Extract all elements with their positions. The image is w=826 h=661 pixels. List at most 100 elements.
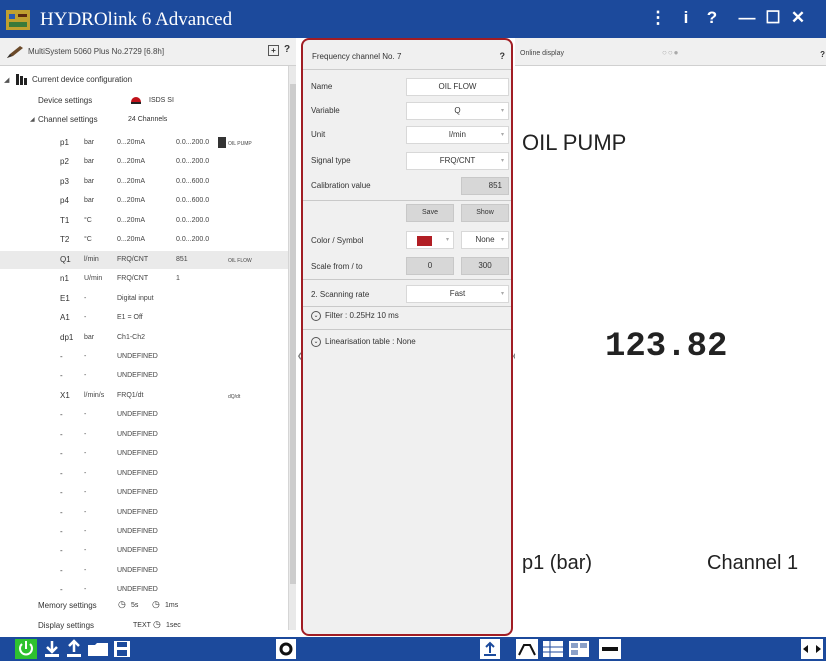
panel-title: Frequency channel No. 7: [312, 52, 402, 61]
channel-id: n1: [60, 274, 69, 284]
channel-id: T1: [60, 215, 70, 225]
symbol-select[interactable]: None ▾: [461, 231, 509, 249]
channel-row[interactable]: - - UNDEFINED: [0, 406, 288, 424]
record-icon[interactable]: [276, 639, 296, 659]
linearisation-expander[interactable]: ⌄ Linearisation table : None: [311, 337, 416, 347]
channel-row[interactable]: - - UNDEFINED: [0, 542, 288, 560]
channel-id: T2: [60, 235, 70, 245]
memory-settings-node[interactable]: Memory settings: [38, 601, 97, 610]
power-icon[interactable]: [15, 639, 37, 659]
scrollbar-thumb[interactable]: [290, 84, 296, 584]
channel-unit: l/min/s: [84, 391, 105, 399]
chevron-down-icon: ⌄: [311, 337, 321, 347]
channel-id: -: [60, 546, 63, 556]
channel-row[interactable]: - - UNDEFINED: [0, 523, 288, 541]
page-indicator[interactable]: ○○●: [662, 48, 680, 57]
help-icon[interactable]: ?: [500, 51, 506, 61]
channel-id: A1: [60, 313, 70, 323]
show-button[interactable]: Show: [461, 204, 509, 222]
symbol-value: None: [475, 235, 495, 244]
channel-signal: UNDEFINED: [117, 508, 158, 516]
save-button[interactable]: Save: [406, 204, 454, 222]
channel-row[interactable]: - - UNDEFINED: [0, 445, 288, 463]
channel-row[interactable]: n1 U/min FRQ/CNT 1: [0, 270, 288, 288]
name-input[interactable]: OIL FLOW: [406, 78, 509, 96]
channel-row[interactable]: p4 bar 0...20mA 0.0...600.0: [0, 192, 288, 210]
channel-signal: UNDEFINED: [117, 450, 158, 458]
channel-unit: -: [84, 508, 87, 516]
signal-type-value: FRQ/CNT: [439, 156, 476, 165]
scanning-rate-select[interactable]: Fast ▾: [406, 285, 509, 303]
minimize-icon[interactable]: —: [736, 6, 758, 30]
channel-unit: bar: [84, 197, 95, 205]
chevron-down-icon: ▾: [445, 237, 449, 243]
channel-row[interactable]: - - UNDEFINED: [0, 348, 288, 366]
download-icon[interactable]: [42, 639, 62, 659]
channel-row[interactable]: - - UNDEFINED: [0, 562, 288, 580]
more-menu-icon[interactable]: ⋮: [647, 6, 669, 30]
channel-row[interactable]: - - UNDEFINED: [0, 465, 288, 483]
minus-icon[interactable]: [599, 639, 621, 659]
upload-icon[interactable]: [480, 639, 500, 659]
channel-unit: -: [84, 547, 87, 555]
left-scrollbar[interactable]: [288, 66, 296, 630]
resize-icon[interactable]: [801, 639, 823, 659]
maximize-icon[interactable]: ☐: [762, 6, 784, 30]
channel-unit: -: [84, 450, 87, 458]
scale-to-input[interactable]: 300: [461, 257, 509, 275]
channel-row[interactable]: X1 l/min/s FRQ1/dt dQ/dt: [0, 387, 288, 405]
channel-row[interactable]: - - UNDEFINED: [0, 484, 288, 502]
curve-icon[interactable]: [516, 639, 538, 659]
channel-row[interactable]: - - UNDEFINED: [0, 426, 288, 444]
scale-from-input[interactable]: 0: [406, 257, 454, 275]
color-select[interactable]: ▾: [406, 231, 454, 249]
channel-row[interactable]: dp1 bar Ch1-Ch2: [0, 329, 288, 347]
chevron-down-icon: ▾: [500, 108, 504, 114]
display-value-1: TEXT: [133, 622, 151, 629]
pencil-icon[interactable]: [6, 45, 24, 59]
collapse-arrow-icon[interactable]: ◢: [4, 76, 9, 84]
calibration-input[interactable]: 851: [461, 177, 509, 195]
device-settings-node[interactable]: Device settings: [38, 96, 92, 105]
channel-row[interactable]: E1 - Digital input: [0, 290, 288, 308]
channel-range: 1: [176, 275, 180, 283]
folder-icon[interactable]: [87, 639, 109, 659]
channel-id: -: [60, 527, 63, 536]
channel-row[interactable]: - - UNDEFINED: [0, 581, 288, 599]
current-config-node[interactable]: Current device configuration: [32, 75, 132, 84]
channel-row[interactable]: Q1 l/min FRQ/CNT 851 OIL FLOW: [0, 250, 288, 269]
variable-value: Q: [454, 106, 461, 115]
filter-expander[interactable]: ⌄ Filter : 0.25Hz 10 ms: [311, 311, 399, 321]
channel-row[interactable]: T1 °C 0...20mA 0.0...200.0: [0, 212, 288, 230]
signal-type-select[interactable]: FRQ/CNT ▾: [406, 152, 509, 170]
table-icon[interactable]: [542, 639, 564, 659]
scanning-rate-value: Fast: [449, 289, 466, 298]
expand-icon[interactable]: +: [268, 45, 279, 56]
channel-row[interactable]: p1 bar 0...20mA 0.0...200.0 OIL PUMP: [0, 134, 288, 152]
display-settings-node[interactable]: Display settings: [38, 621, 94, 630]
channel-id: p1: [60, 138, 69, 147]
variable-select[interactable]: Q ▾: [406, 102, 509, 120]
channel-row[interactable]: A1 - E1 = Off: [0, 309, 288, 327]
close-icon[interactable]: ✕: [787, 6, 809, 30]
channel-row[interactable]: p2 bar 0...20mA 0.0...200.0: [0, 153, 288, 171]
channel-unit: -: [84, 411, 87, 419]
help-icon[interactable]: ?: [820, 50, 825, 59]
channel-unit: -: [84, 352, 87, 360]
upload-icon[interactable]: [64, 639, 84, 659]
channel-row[interactable]: - - UNDEFINED: [0, 504, 288, 522]
help-icon[interactable]: ?: [701, 6, 723, 30]
channel-row[interactable]: - - UNDEFINED: [0, 367, 288, 385]
collapse-arrow-icon[interactable]: ◢: [30, 116, 35, 123]
display-icon[interactable]: [568, 639, 590, 659]
info-icon[interactable]: i: [675, 6, 697, 30]
channel-row[interactable]: T2 °C 0...20mA 0.0...200.0: [0, 231, 288, 249]
signal-type-label: Signal type: [311, 156, 351, 165]
channel-unit: U/min: [84, 275, 103, 283]
channel-row[interactable]: p3 bar 0...20mA 0.0...600.0: [0, 173, 288, 191]
channel-signal: UNDEFINED: [117, 566, 158, 574]
help-icon[interactable]: ?: [284, 44, 290, 55]
unit-select[interactable]: l/min ▾: [406, 126, 509, 144]
save-icon[interactable]: [112, 639, 132, 659]
channel-settings-node[interactable]: Channel settings: [38, 115, 98, 124]
